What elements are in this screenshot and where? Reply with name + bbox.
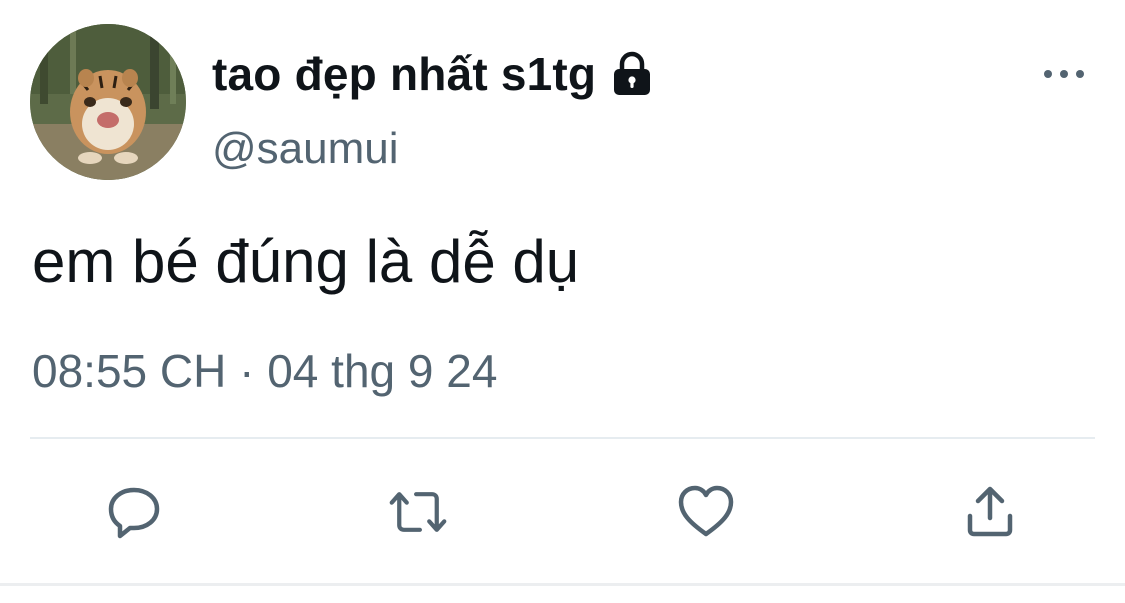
heart-icon <box>678 485 734 537</box>
lock-icon <box>608 50 656 98</box>
share-button[interactable] <box>960 482 1020 542</box>
handle[interactable]: @saumui <box>212 124 399 174</box>
more-horizontal-icon <box>1044 70 1084 78</box>
divider <box>30 437 1095 439</box>
like-button[interactable] <box>676 482 736 542</box>
reply-icon <box>108 487 160 539</box>
avatar[interactable] <box>30 24 186 180</box>
reply-button[interactable] <box>104 482 164 542</box>
tweet-text: em bé đúng là dễ dụ <box>32 228 580 295</box>
display-name-row: tao đẹp nhất s1tg <box>212 44 656 104</box>
bottom-divider <box>0 583 1125 586</box>
retweet-button[interactable] <box>388 482 448 542</box>
timestamp[interactable]: 08:55 CH · 04 thg 9 24 <box>32 344 497 398</box>
retweet-icon <box>389 492 447 532</box>
more-button[interactable] <box>1040 60 1088 88</box>
share-icon <box>967 486 1013 537</box>
display-name[interactable]: tao đẹp nhất s1tg <box>212 47 596 101</box>
